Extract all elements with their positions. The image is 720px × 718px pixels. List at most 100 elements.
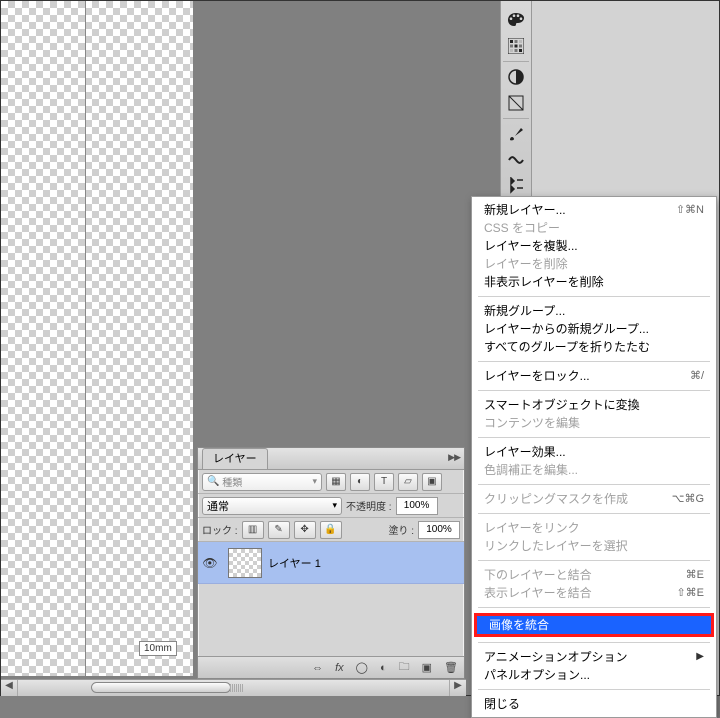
filter-adjust-icon[interactable]: ◐ — [350, 473, 370, 491]
filter-row: 🔍 種類 ▾ ▦ ◐ T ▱ ▣ — [198, 470, 464, 494]
menu-item-label: 新規グループ... — [484, 302, 565, 320]
menu-item[interactable]: 新規グループ... — [472, 302, 716, 320]
menu-item[interactable]: すべてのグループを折りたたむ — [472, 338, 716, 356]
menu-item: レイヤーをリンク — [472, 519, 716, 537]
menu-item: クリッピングマスクを作成 ⌥⌘G — [472, 490, 716, 508]
menu-item[interactable]: レイヤーをロック... ⌘/ — [472, 367, 716, 385]
menu-item-label: スマートオブジェクトに変換 — [484, 396, 640, 414]
menu-shortcut: ⌘/ — [690, 367, 704, 385]
menu-item-label: リンクしたレイヤーを選択 — [484, 537, 628, 555]
menu-item-label: クリッピングマスクを作成 — [484, 490, 628, 508]
transparency-checker — [1, 1, 193, 676]
menu-item-label: パネルオプション... — [484, 666, 590, 684]
lock-all-icon[interactable]: 🔒 — [320, 521, 342, 539]
menu-item: CSS をコピー — [472, 219, 716, 237]
filter-pixel-icon[interactable]: ▦ — [326, 473, 346, 491]
fx-icon[interactable]: fx — [335, 662, 344, 674]
scroll-thumb[interactable] — [91, 682, 231, 693]
highlighted-menu-item: 画像を統合 — [474, 613, 714, 637]
link-layers-icon[interactable]: ⇔ — [312, 662, 323, 674]
menu-item-label: 非表示レイヤーを削除 — [484, 273, 604, 291]
new-layer-icon[interactable]: ▣ — [422, 661, 432, 674]
menu-item[interactable]: スマートオブジェクトに変換 — [472, 396, 716, 414]
drag-handle[interactable] — [211, 682, 261, 695]
menu-separator — [478, 361, 710, 362]
submenu-arrow-icon: ▶ — [696, 648, 704, 666]
filter-type-icon[interactable]: T — [374, 473, 394, 491]
menu-item: 色調補正を編集... — [472, 461, 716, 479]
lock-position-icon[interactable]: ✥ — [294, 521, 316, 539]
filter-smart-icon[interactable]: ▣ — [422, 473, 442, 491]
group-icon[interactable]: 🗀 — [399, 658, 410, 677]
menu-item[interactable]: レイヤーからの新規グループ... — [472, 320, 716, 338]
layer-name-label[interactable]: レイヤー 1 — [268, 555, 321, 571]
menu-item-label: レイヤーをリンク — [484, 519, 580, 537]
brush-presets-icon[interactable] — [502, 147, 530, 173]
menu-item-label: レイヤーをロック... — [484, 367, 590, 385]
menu-shortcut: ⇧⌘N — [676, 201, 704, 219]
menu-separator — [478, 484, 710, 485]
palette-icon[interactable] — [502, 7, 530, 33]
menu-item-label: 画像を統合 — [489, 616, 549, 634]
opacity-field[interactable]: 100% — [396, 497, 438, 515]
panel-flyout-icon[interactable]: ▶▶ — [448, 452, 460, 463]
panel-tabs: レイヤー ▶▶ — [198, 448, 464, 470]
menu-shortcut: ⌘E — [686, 566, 704, 584]
trash-icon[interactable]: 🗑 — [444, 661, 458, 674]
menu-item: 表示レイヤーを結合⇧⌘E — [472, 584, 716, 602]
menu-separator — [478, 513, 710, 514]
menu-item[interactable]: 画像を統合 — [477, 616, 711, 634]
menu-item: コンテンツを編集 — [472, 414, 716, 432]
menu-shortcut: ⌥⌘G — [672, 490, 704, 508]
adjustments-icon[interactable] — [502, 64, 530, 90]
menu-separator — [478, 689, 710, 690]
fill-field[interactable]: 100% — [418, 521, 460, 539]
opacity-label: 不透明度 : — [346, 498, 392, 513]
swatches-icon[interactable] — [502, 33, 530, 59]
menu-item[interactable]: 非表示レイヤーを削除 — [472, 273, 716, 291]
visibility-toggle-icon[interactable]: 👁 — [198, 556, 222, 570]
layers-panel: レイヤー ▶▶ 🔍 種類 ▾ ▦ ◐ T ▱ ▣ 通常▾ 不透明度 : 100%… — [197, 447, 465, 679]
lock-transparency-icon[interactable]: ▥ — [242, 521, 264, 539]
menu-item: リンクしたレイヤーを選択 — [472, 537, 716, 555]
menu-item-label: レイヤー効果... — [484, 443, 566, 461]
layer-panel-context-menu[interactable]: 新規レイヤー...⇧⌘NCSS をコピーレイヤーを複製...レイヤーを削除非表示… — [471, 196, 717, 718]
layer-item[interactable]: 👁 レイヤー 1 — [198, 542, 464, 584]
adjustment-layer-icon[interactable]: ◐ — [380, 662, 387, 674]
menu-item: 下のレイヤーと結合⌘E — [472, 566, 716, 584]
menu-separator — [478, 642, 710, 643]
styles-icon[interactable] — [502, 90, 530, 116]
menu-item-label: レイヤーを複製... — [484, 237, 578, 255]
scroll-right-icon[interactable]: ▶ — [449, 680, 466, 696]
brushes-icon[interactable] — [502, 121, 530, 147]
menu-item-label: コンテンツを編集 — [484, 414, 580, 432]
fill-label: 塗り : — [388, 522, 414, 537]
menu-item-label: レイヤーからの新規グループ... — [484, 320, 649, 338]
lock-paint-icon[interactable]: ✎ — [268, 521, 290, 539]
menu-item[interactable]: 閉じる — [472, 695, 716, 713]
menu-item-label: 色調補正を編集... — [484, 461, 578, 479]
menu-shortcut: ⇧⌘E — [676, 584, 704, 602]
menu-separator — [478, 560, 710, 561]
menu-item[interactable]: 新規レイヤー...⇧⌘N — [472, 201, 716, 219]
menu-item-label: CSS をコピー — [484, 219, 560, 237]
blend-mode-select[interactable]: 通常▾ — [202, 497, 342, 515]
menu-item[interactable]: レイヤー効果... — [472, 443, 716, 461]
mask-icon[interactable]: ◯ — [356, 661, 368, 674]
menu-item-label: 閉じる — [484, 695, 520, 713]
menu-item[interactable]: アニメーションオプション▶ — [472, 648, 716, 666]
panel-strip — [500, 1, 532, 199]
filter-type-select[interactable]: 🔍 種類 ▾ — [202, 473, 322, 491]
filter-shape-icon[interactable]: ▱ — [398, 473, 418, 491]
layer-thumbnail[interactable] — [228, 548, 262, 578]
menu-item[interactable]: レイヤーを複製... — [472, 237, 716, 255]
blend-row: 通常▾ 不透明度 : 100% — [198, 494, 464, 518]
layer-list: 👁 レイヤー 1 — [198, 542, 464, 646]
lock-row: ロック : ▥ ✎ ✥ 🔒 塗り : 100% — [198, 518, 464, 542]
lock-label: ロック : — [202, 522, 238, 537]
menu-item-label: すべてのグループを折りたたむ — [484, 338, 650, 356]
menu-item[interactable]: パネルオプション... — [472, 666, 716, 684]
tab-layers[interactable]: レイヤー — [202, 448, 268, 469]
scroll-left-icon[interactable]: ◀ — [1, 680, 18, 696]
document-canvas[interactable] — [1, 1, 193, 676]
